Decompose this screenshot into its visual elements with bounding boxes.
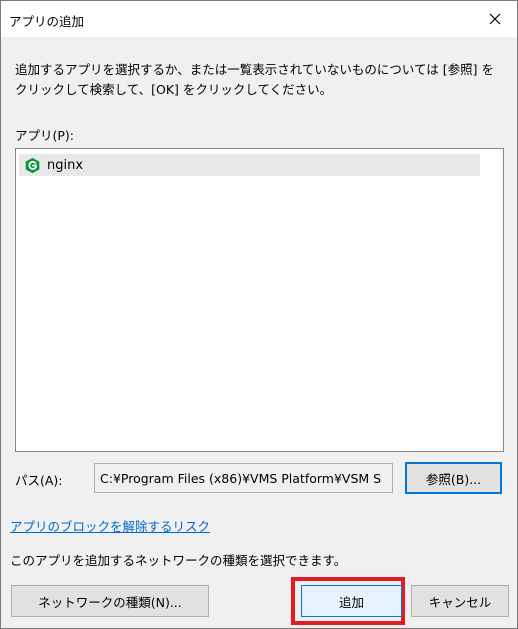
title-bar: アプリの追加 [1,1,517,37]
block-risk-link[interactable]: アプリのブロックを解除するリスク [10,516,210,535]
close-icon [489,13,501,25]
network-description: このアプリを追加するネットワークの種類を選択できます。 [10,553,347,568]
app-name: nginx [47,157,84,173]
network-types-button[interactable]: ネットワークの種類(N)... [11,585,209,617]
path-label: パス(A): [15,473,63,488]
add-app-dialog: アプリの追加 追加するアプリを選択するか、または一覧表示されていないものについて… [0,0,518,629]
cancel-button[interactable]: キャンセル [411,585,509,617]
dialog-title: アプリの追加 [9,14,85,29]
apps-listbox[interactable]: nginx [15,148,504,452]
apps-label: アプリ(P): [15,128,75,143]
browse-button[interactable]: 参照(B)... [405,462,502,494]
path-field[interactable]: C:¥Program Files (x86)¥VMS Platform¥VSM … [94,463,393,493]
list-item-nginx[interactable]: nginx [19,154,480,176]
nginx-icon [25,157,40,173]
close-button[interactable] [473,1,517,37]
add-button[interactable]: 追加 [301,585,402,617]
dialog-description: 追加するアプリを選択するか、または一覧表示されていないものについては [参照] … [15,62,494,97]
